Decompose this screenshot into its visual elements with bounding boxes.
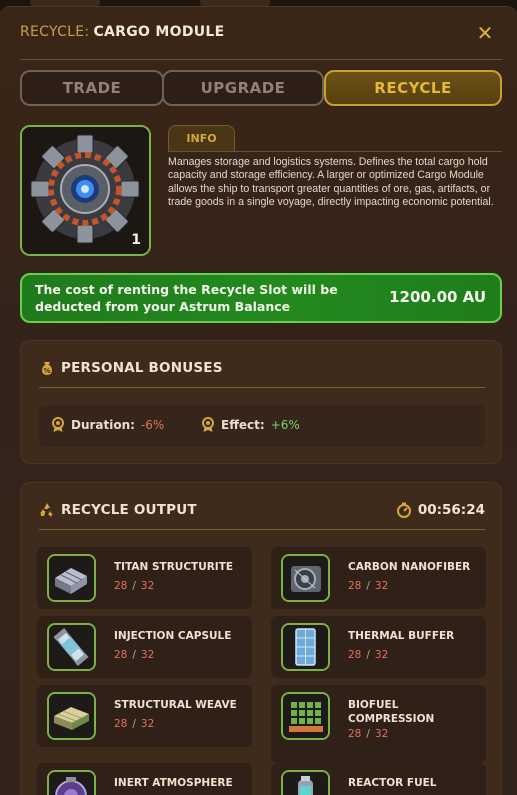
header-prefix: RECYCLE: — [20, 24, 90, 40]
output-divider — [39, 529, 485, 530]
item-quantity: 28/32 — [348, 728, 389, 740]
tab-trade[interactable]: TRADE — [20, 70, 164, 106]
titan-structurite-icon — [49, 556, 94, 600]
item-image — [47, 770, 96, 795]
effect-value: +6% — [270, 418, 300, 432]
output-item[interactable]: TITAN STRUCTURITE 28/32 — [37, 547, 252, 609]
item-name: INJECTION CAPSULE — [114, 630, 232, 642]
item-image — [47, 554, 96, 602]
cargo-module-icon — [22, 127, 149, 254]
tab-info[interactable]: INFO — [168, 125, 235, 151]
item-name: TITAN STRUCTURITE — [114, 561, 234, 573]
biofuel-compression-icon — [283, 694, 328, 738]
svg-text:%: % — [43, 367, 50, 375]
tab-recycle[interactable]: RECYCLE — [324, 70, 502, 106]
item-name: CARBON NANOFIBER — [348, 561, 471, 573]
stopwatch-icon — [396, 502, 411, 518]
item-image — [281, 692, 330, 740]
header-divider — [20, 59, 502, 60]
rental-cost-message: The cost of renting the Recycle Slot wil… — [35, 282, 338, 314]
cargo-module-image: 1 — [20, 125, 151, 256]
header-title: CARGO MODULE — [93, 24, 225, 40]
effect-bonus: Effect: +6% — [201, 417, 300, 433]
output-item[interactable]: CARBON NANOFIBER 28/32 — [271, 547, 486, 609]
module-description: Manages storage and logistics systems. D… — [168, 156, 494, 209]
output-item[interactable]: INJECTION CAPSULE 28/32 — [37, 616, 252, 678]
medal-icon — [52, 417, 64, 432]
close-icon[interactable]: ✕ — [476, 23, 494, 43]
output-item[interactable]: REACTOR FUEL — [271, 763, 486, 795]
carbon-nanofiber-icon — [283, 556, 328, 600]
recycle-output-card: RECYCLE OUTPUT 00:56:24 TITAN STRUCTURIT… — [20, 482, 502, 795]
personal-bonuses-card: % PERSONAL BONUSES Duration: -6% Effect:… — [20, 340, 502, 464]
bonuses-divider — [39, 387, 485, 388]
injection-capsule-icon — [49, 625, 94, 669]
item-quantity: 28/32 — [114, 718, 155, 730]
module-count: 1 — [131, 232, 141, 248]
item-image — [281, 554, 330, 602]
effect-label: Effect: — [221, 418, 265, 432]
medal-icon — [202, 417, 214, 432]
money-bag-icon: % — [42, 362, 52, 375]
item-image — [47, 623, 96, 671]
structural-weave-icon — [49, 694, 94, 738]
rental-cost-amount: 1200.00 AU — [389, 288, 486, 306]
item-quantity: 28/32 — [348, 580, 389, 592]
item-name: BIOFUEL COMPRESSION — [348, 699, 435, 725]
panel-header: RECYCLE: CARGO MODULE — [20, 22, 502, 42]
item-name: REACTOR FUEL — [348, 777, 437, 789]
item-quantity: 28/32 — [114, 649, 155, 661]
duration-label: Duration: — [71, 418, 135, 432]
output-item[interactable]: THERMAL BUFFER 28/32 — [271, 616, 486, 678]
info-divider — [168, 151, 502, 152]
output-item[interactable]: BIOFUEL COMPRESSION 28/32 — [271, 685, 486, 763]
item-name: INERT ATMOSPHERE — [114, 777, 233, 789]
recycle-icon — [40, 503, 54, 517]
recycle-output-title: RECYCLE OUTPUT — [61, 502, 197, 518]
output-item[interactable]: INERT ATMOSPHERE — [37, 763, 252, 795]
thermal-buffer-icon — [283, 625, 328, 669]
tab-bar: TRADE UPGRADE RECYCLE — [20, 70, 502, 106]
item-name: THERMAL BUFFER — [348, 630, 455, 642]
personal-bonuses-title: PERSONAL BONUSES — [61, 360, 223, 376]
duration-value: -6% — [140, 418, 165, 432]
item-quantity: 28/32 — [348, 649, 389, 661]
duration-bonus: Duration: -6% — [51, 417, 164, 433]
bonus-row: Duration: -6% Effect: +6% — [39, 405, 485, 447]
tab-upgrade[interactable]: UPGRADE — [162, 70, 324, 106]
item-name: STRUCTURAL WEAVE — [114, 699, 237, 711]
timer-value: 00:56:24 — [417, 502, 485, 518]
item-image — [281, 770, 330, 795]
inert-atmosphere-icon — [49, 772, 94, 795]
output-item[interactable]: STRUCTURAL WEAVE 28/32 — [37, 685, 252, 747]
item-image — [47, 692, 96, 740]
reactor-fuel-icon — [283, 772, 328, 795]
rental-cost-banner: The cost of renting the Recycle Slot wil… — [20, 273, 502, 323]
item-quantity: 28/32 — [114, 580, 155, 592]
recycle-timer: 00:56:24 — [396, 502, 485, 518]
item-image — [281, 623, 330, 671]
